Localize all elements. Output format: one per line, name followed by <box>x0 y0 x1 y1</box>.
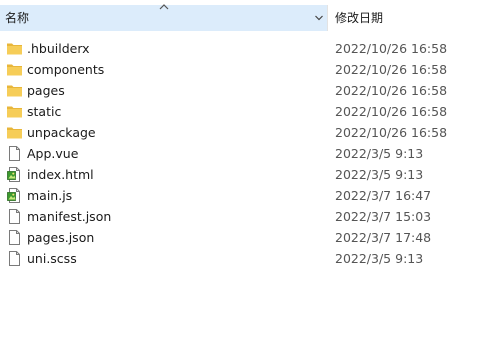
file-name: pages.json <box>27 230 95 245</box>
date-modified-column-header[interactable]: 修改日期 <box>335 11 383 25</box>
chevron-down-icon <box>315 15 323 21</box>
file-name: unpackage <box>27 125 96 140</box>
folder-icon <box>6 124 23 141</box>
file-row[interactable]: App.vue 2022/3/5 9:13 <box>0 143 493 164</box>
folder-icon <box>6 61 23 78</box>
file-modified-date: 2022/10/26 16:58 <box>335 125 448 140</box>
file-list: .hbuilderx 2022/10/26 16:58 components 202… <box>0 38 493 269</box>
folder-row[interactable]: unpackage 2022/10/26 16:58 <box>0 122 493 143</box>
file-row[interactable]: manifest.json 2022/3/7 15:03 <box>0 206 493 227</box>
file-modified-date: 2022/10/26 16:58 <box>335 41 448 56</box>
file-row[interactable]: main.js 2022/3/7 16:47 <box>0 185 493 206</box>
name-column-label: 名称 <box>5 11 30 25</box>
file-name: static <box>27 104 62 119</box>
folder-icon <box>6 40 23 57</box>
file-name: components <box>27 62 105 77</box>
file-explorer-list: 名称 修改日期 .hbuilderx 2022/10/26 16:58 compo… <box>0 0 493 349</box>
file-row[interactable]: index.html 2022/3/5 9:13 <box>0 164 493 185</box>
file-row[interactable]: uni.scss 2022/3/5 9:13 <box>0 248 493 269</box>
file-icon <box>6 208 23 225</box>
file-modified-date: 2022/10/26 16:58 <box>335 62 448 77</box>
file-modified-date: 2022/3/7 16:47 <box>335 188 432 203</box>
folder-row[interactable]: pages 2022/10/26 16:58 <box>0 80 493 101</box>
file-name: App.vue <box>27 146 79 161</box>
file-name: pages <box>27 83 65 98</box>
folder-icon <box>6 103 23 120</box>
file-icon <box>6 145 23 162</box>
file-name: uni.scss <box>27 251 77 266</box>
file-icon <box>6 250 23 267</box>
file-modified-date: 2022/3/5 9:13 <box>335 167 424 182</box>
folder-row[interactable]: components 2022/10/26 16:58 <box>0 59 493 80</box>
image-file-icon <box>6 187 23 204</box>
name-column-header[interactable]: 名称 <box>0 4 328 31</box>
file-modified-date: 2022/3/5 9:13 <box>335 251 424 266</box>
column-header-bar: 名称 修改日期 <box>0 0 493 36</box>
file-modified-date: 2022/3/7 17:48 <box>335 230 432 245</box>
file-modified-date: 2022/10/26 16:58 <box>335 104 448 119</box>
file-name: .hbuilderx <box>27 41 90 56</box>
file-name: index.html <box>27 167 94 182</box>
sort-ascending-icon <box>159 4 169 10</box>
file-name: manifest.json <box>27 209 112 224</box>
file-modified-date: 2022/10/26 16:58 <box>335 83 448 98</box>
file-modified-date: 2022/3/5 9:13 <box>335 146 424 161</box>
file-modified-date: 2022/3/7 15:03 <box>335 209 432 224</box>
name-column-filter-button[interactable] <box>310 5 328 31</box>
folder-row[interactable]: static 2022/10/26 16:58 <box>0 101 493 122</box>
folder-icon <box>6 82 23 99</box>
image-file-icon <box>6 166 23 183</box>
file-icon <box>6 229 23 246</box>
file-name: main.js <box>27 188 73 203</box>
file-row[interactable]: pages.json 2022/3/7 17:48 <box>0 227 493 248</box>
folder-row[interactable]: .hbuilderx 2022/10/26 16:58 <box>0 38 493 59</box>
